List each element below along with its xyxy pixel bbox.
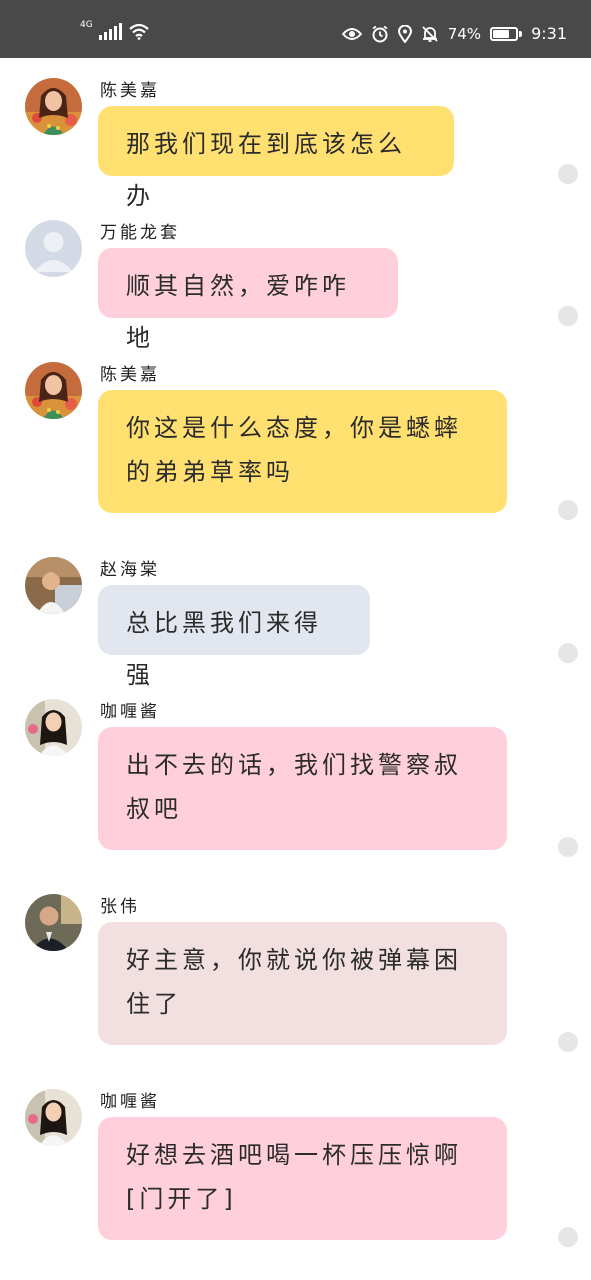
message-status-dot [558, 1032, 578, 1052]
eye-icon [341, 27, 362, 41]
message-text: 那我们现在到底该怎么办 [126, 130, 406, 210]
location-icon [397, 24, 412, 43]
sender-name: 万能龙套 [100, 223, 180, 243]
message-status-dot [558, 306, 578, 326]
battery-icon [490, 26, 523, 41]
sender-avatar[interactable] [25, 1089, 82, 1146]
signal-icon [98, 22, 122, 40]
message-status-dot [558, 643, 578, 663]
message-bubble[interactable]: 好想去酒吧喝一杯压压惊啊 [门开了] [98, 1117, 507, 1240]
sender-name: 咖喱酱 [100, 1092, 160, 1112]
network-indicator: 4G [80, 20, 150, 40]
battery-level [493, 29, 510, 38]
status-bar: 4G 74% 9:31 [0, 0, 591, 58]
sender-avatar[interactable] [25, 78, 82, 135]
clock: 9:31 [531, 24, 567, 43]
sender-avatar[interactable] [25, 557, 82, 614]
sender-name: 张伟 [100, 897, 140, 917]
sender-name: 赵海棠 [100, 560, 160, 580]
message-text: 顺其自然，爱咋咋地 [126, 272, 350, 352]
message-status-dot [558, 1227, 578, 1247]
message-status-dot [558, 164, 578, 184]
sender-avatar[interactable] [25, 362, 82, 419]
message-bubble[interactable]: 顺其自然，爱咋咋地 [98, 248, 398, 352]
message-bubble[interactable]: 你这是什么态度，你是蟋蟀 的弟弟草率吗 [98, 390, 507, 513]
sender-name: 陈美嘉 [100, 365, 160, 385]
mute-bell-icon [421, 25, 439, 43]
message-bubble[interactable]: 好主意，你就说你被弹幕困 住了 [98, 922, 507, 1045]
alarm-icon [371, 25, 389, 43]
message-bubble[interactable]: 那我们现在到底该怎么办 [98, 106, 454, 210]
message-text: 总比黑我们来得强 [126, 609, 322, 689]
status-icons: 74% 9:31 [341, 24, 567, 43]
default-avatar-icon[interactable] [25, 220, 82, 277]
message-bubble[interactable]: 总比黑我们来得强 [98, 585, 370, 689]
sender-avatar[interactable] [25, 699, 82, 756]
wifi-icon [128, 22, 150, 40]
message-status-dot [558, 837, 578, 857]
message-bubble[interactable]: 出不去的话，我们找警察叔 叔吧 [98, 727, 507, 850]
sender-name: 陈美嘉 [100, 81, 160, 101]
network-type: 4G [80, 20, 93, 30]
battery-percent: 74% [447, 24, 482, 43]
sender-avatar[interactable] [25, 894, 82, 951]
sender-name: 咖喱酱 [100, 702, 160, 722]
message-status-dot [558, 500, 578, 520]
